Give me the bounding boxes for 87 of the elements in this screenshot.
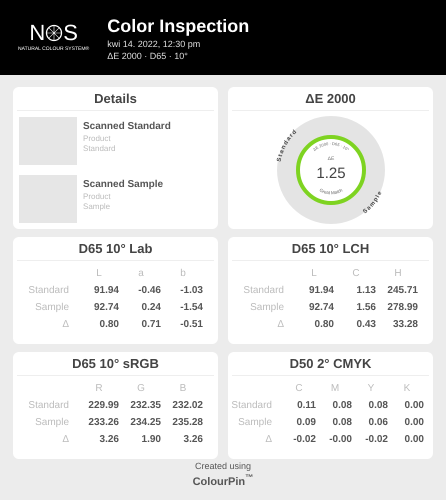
item-detail: Sample: [83, 202, 112, 212]
table-cell-text: 0.43: [356, 318, 376, 332]
table-cell-text: 0.24: [142, 300, 161, 314]
table-cell-text: 0.08: [332, 398, 352, 412]
item-name: Scanned Standard: [83, 120, 171, 134]
table-cell-text: -0.02: [293, 432, 316, 446]
item-detail: Standard: [83, 144, 116, 154]
table-cell-text: -1.03: [180, 284, 203, 298]
table-cell-text: 278.99: [387, 300, 418, 314]
row-label: Sample: [35, 416, 69, 430]
table-cell-text: -1.54: [180, 300, 203, 314]
column-header: b: [180, 266, 186, 280]
table-cell-text: -0.46: [138, 284, 161, 298]
footer-caption: Created using: [194, 460, 252, 473]
table-cell-text: 0.80: [314, 318, 334, 332]
card-title: D65 10° LCH: [292, 240, 370, 258]
table-cell-text: 0.00: [404, 432, 424, 446]
inspection-date: kwi 14. 2022, 12:30 pm: [107, 38, 202, 50]
color-swatch: [19, 117, 77, 165]
color-swatch: [19, 175, 77, 223]
row-label: Δ: [62, 432, 69, 446]
inspection-settings: ΔE 2000 · D65 · 10°: [107, 50, 189, 62]
column-header: C: [295, 382, 303, 396]
table-cell-text: 232.35: [130, 398, 161, 412]
table-cell-text: 229.99: [88, 398, 119, 412]
column-header: L: [96, 266, 102, 280]
row-label: Δ: [62, 318, 69, 332]
column-header: L: [311, 266, 317, 280]
column-header: M: [330, 382, 340, 396]
table-cell-text: 0.09: [296, 416, 316, 430]
table-cell-text: 0.71: [142, 318, 161, 332]
table-cell-text: 233.26: [88, 416, 119, 430]
row-label: Sample: [250, 300, 284, 314]
row-label: Sample: [35, 300, 69, 314]
row-label: Δ: [265, 432, 272, 446]
table-cell-text: 232.02: [172, 398, 203, 412]
table-cell-text: 0.06: [368, 416, 388, 430]
table-cell-text: 245.71: [387, 284, 418, 298]
table-cell-text: 92.74: [308, 300, 334, 314]
logo-letter: N: [29, 22, 46, 44]
table-cell-text: -0.00: [329, 432, 352, 446]
table-cell-text: 234.25: [130, 416, 161, 430]
column-header: Y: [368, 382, 374, 396]
table-cell-text: 0.00: [404, 398, 424, 412]
table-cell-text: 235.28: [172, 416, 203, 430]
column-header: a: [138, 266, 144, 280]
column-header: K: [404, 382, 410, 396]
page-title: Color Inspection: [107, 14, 250, 38]
row-label: Standard: [231, 398, 272, 412]
table-cell-text: 1.13: [356, 284, 376, 298]
table-cell-text: 1.56: [356, 300, 376, 314]
card-title: Details: [94, 90, 137, 108]
item-name: Scanned Sample: [83, 178, 164, 192]
table-cell-text: 91.94: [94, 284, 119, 298]
table-cell-text: 3.26: [184, 432, 203, 446]
column-header: G: [137, 382, 145, 396]
column-header: H: [394, 266, 402, 280]
table-cell-text: 0.00: [404, 416, 424, 430]
table-cell-text: 3.26: [100, 432, 119, 446]
item-detail: Product: [83, 134, 112, 144]
wheel-icon: [45, 24, 64, 42]
table-cell-text: 0.11: [297, 398, 316, 412]
table-cell-text: -0.51: [180, 318, 203, 332]
item-detail: Product: [83, 192, 112, 202]
row-label: Standard: [243, 284, 284, 298]
footer-brand: ColourPin$^{™}$: [192, 474, 254, 490]
column-header: C: [352, 266, 360, 280]
table-cell-text: 0.08: [368, 398, 388, 412]
row-label: Sample: [238, 416, 272, 430]
table-cell-text: -0.02: [365, 432, 388, 446]
card-title: D65 10° sRGB: [72, 354, 159, 373]
row-label: Standard: [28, 284, 69, 298]
row-label: Standard: [28, 398, 69, 412]
table-cell-text: 0.08: [332, 416, 352, 430]
column-header: B: [180, 382, 186, 396]
logo-letter: S: [63, 22, 78, 44]
table-cell-text: 1.90: [142, 432, 161, 446]
row-label: Δ: [277, 318, 284, 332]
card-title: ΔE 2000: [305, 90, 356, 108]
card-title: D50 2° CMYK: [290, 354, 372, 373]
table-cell-text: 33.28: [392, 318, 418, 332]
column-header: R: [95, 382, 103, 396]
table-cell-text: 0.80: [100, 318, 119, 332]
delta-value: 1.25: [316, 165, 346, 182]
table-cell-text: 91.94: [308, 284, 334, 298]
table-cell-text: 92.74: [94, 300, 119, 314]
card-title: D65 10° Lab: [78, 240, 152, 258]
